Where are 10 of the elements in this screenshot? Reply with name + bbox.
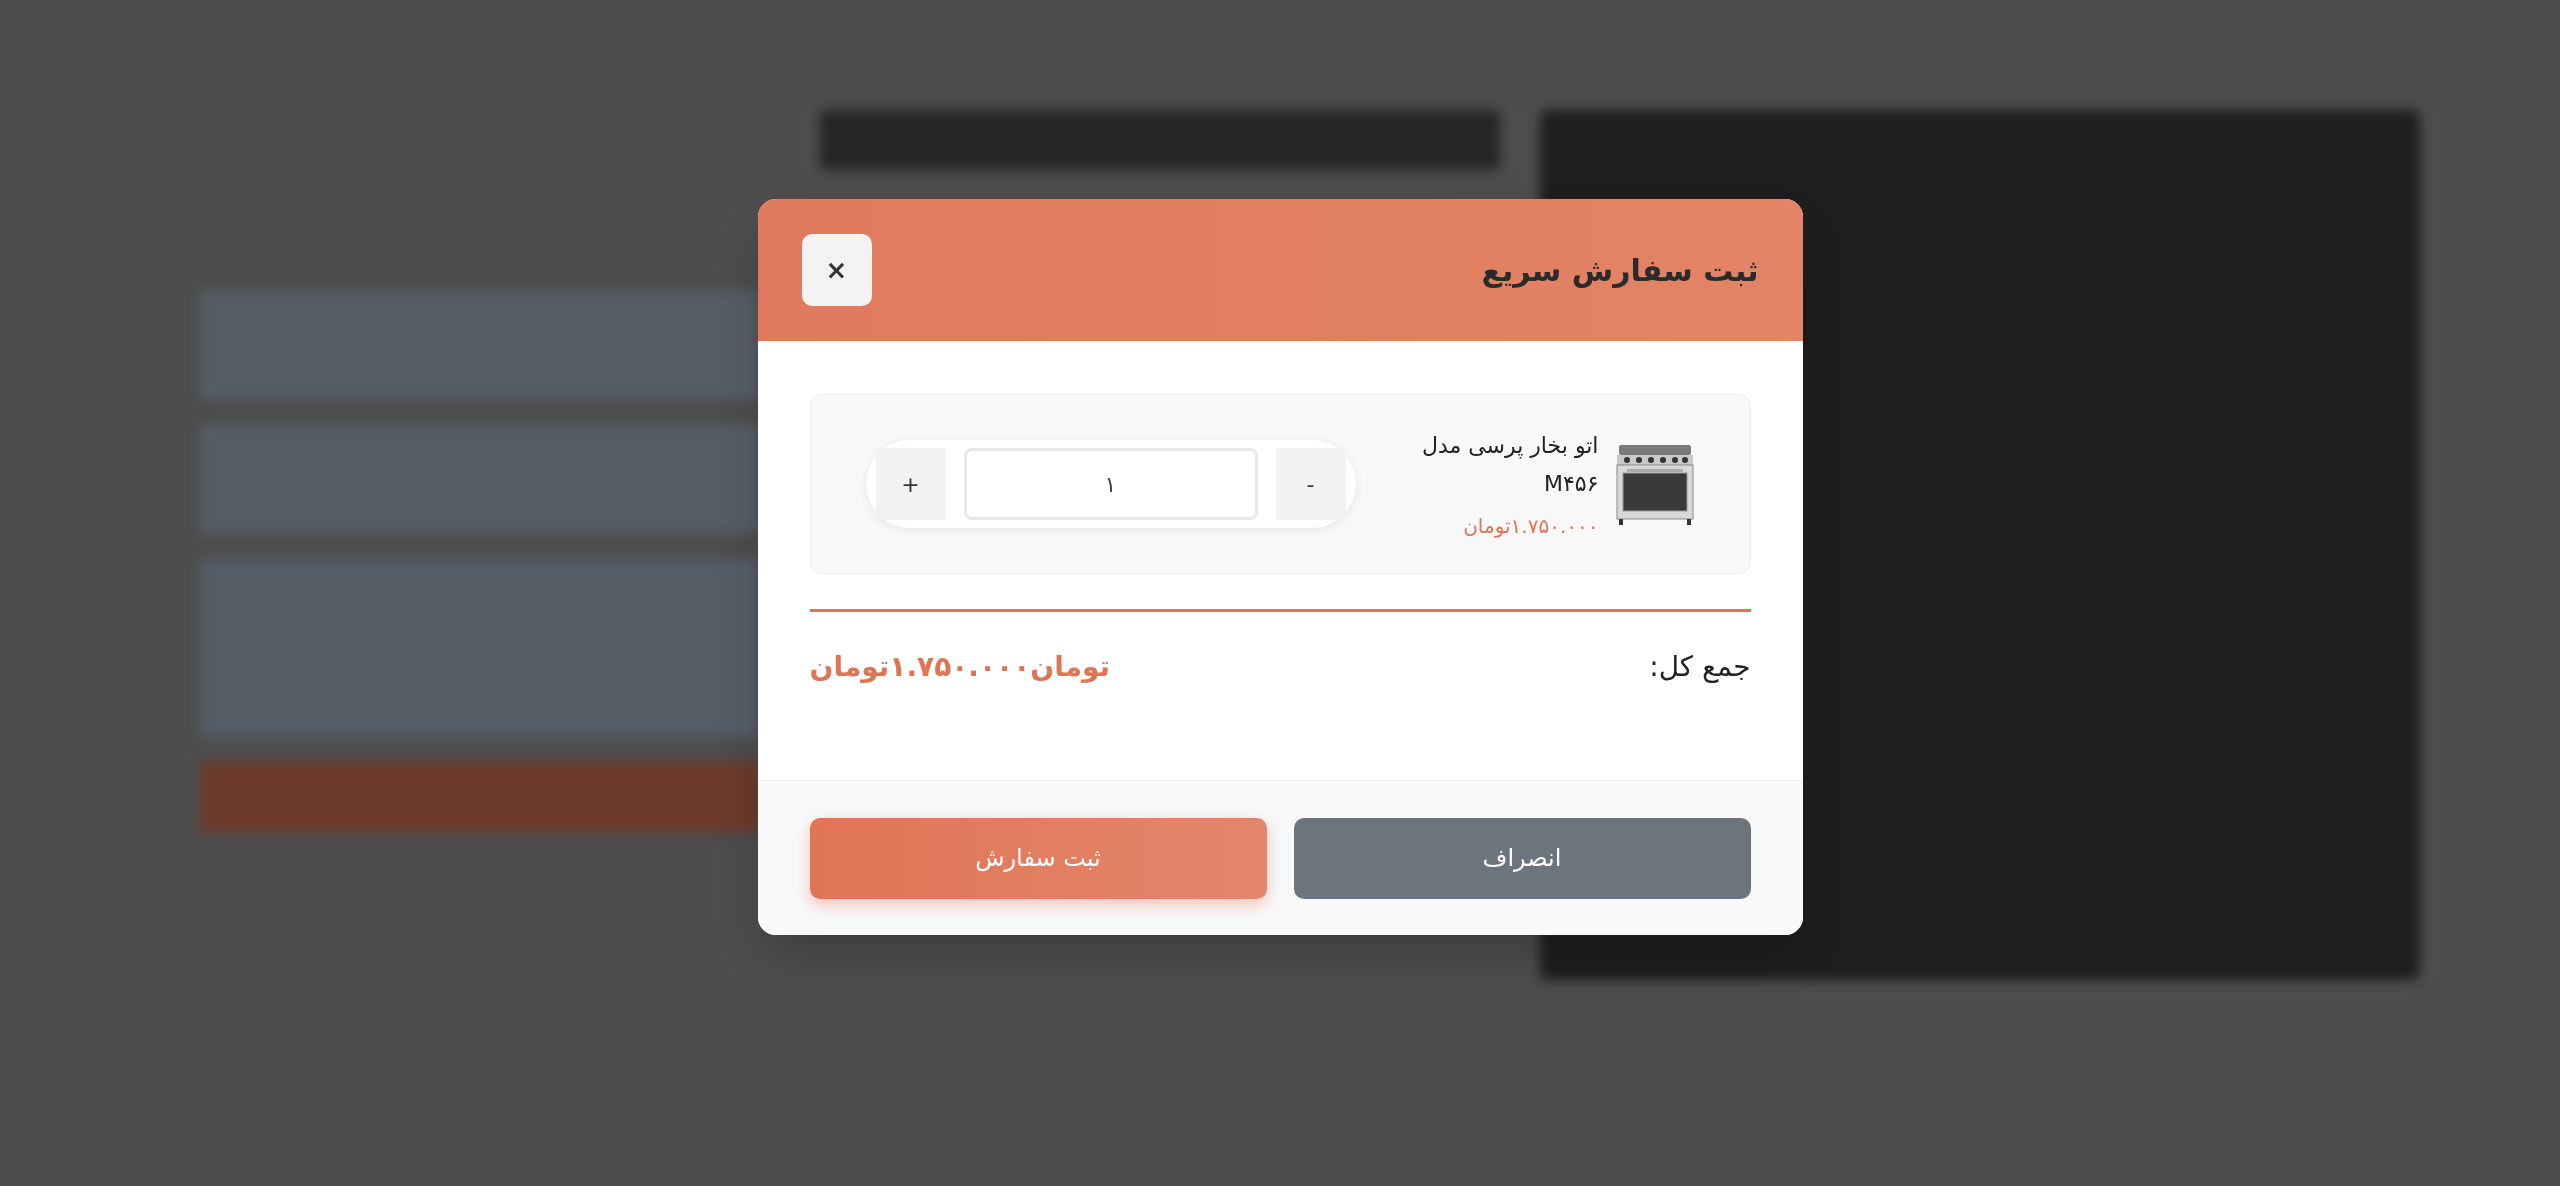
increase-button[interactable]: +	[875, 448, 946, 520]
decrease-button[interactable]: -	[1275, 448, 1346, 520]
quantity-field[interactable]: ۱	[963, 448, 1258, 520]
product-price: ۱.۷۵۰.۰۰۰تومان	[1462, 513, 1599, 540]
total-price: تومان۱.۷۵۰.۰۰۰تومان	[809, 649, 1111, 685]
product-name: اتو بخار پرسی مدل M۴۵۶	[1420, 432, 1599, 498]
cancel-button[interactable]: انصراف	[1293, 817, 1751, 899]
dialog-title: ثبت سفارش سریع	[1481, 251, 1759, 290]
close-button[interactable]: ×	[801, 234, 872, 306]
total-label: جمع کل:	[1649, 649, 1751, 685]
